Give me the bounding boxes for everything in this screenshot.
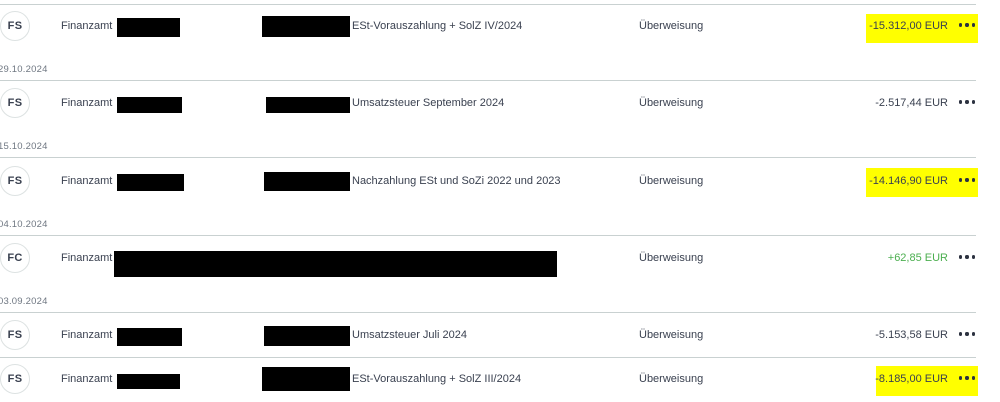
redacted-payee-detail [117,174,184,191]
amount: +62,85 EUR [887,252,948,264]
amount: -14.146,90 EUR [869,175,948,187]
date-header: 03.09.2024 [0,296,48,307]
avatar: FS [0,11,30,41]
transaction-type: Überweisung [639,175,704,187]
amount: -2.517,44 EUR [875,97,948,109]
row-divider [0,312,976,313]
row-divider [0,157,976,158]
amount: -8.185,00 EUR [875,373,948,385]
date-header: 04.10.2024 [0,219,48,230]
date-header: 29.10.2024 [0,64,48,75]
top-divider [0,4,976,5]
purpose-text: Umsatzsteuer September 2024 [352,97,505,109]
transaction-type: Überweisung [639,329,704,341]
payee-name: Finanzamt [61,373,113,385]
more-options-icon[interactable] [959,95,975,109]
purpose-text: Umsatzsteuer Juli 2024 [352,329,467,341]
redacted-reference [262,367,350,391]
amount: -5.153,58 EUR [875,329,948,341]
redacted-reference [266,97,350,113]
avatar: FS [0,88,30,118]
redacted-payee-detail [117,97,182,113]
transaction-row[interactable]: FC Finanzamt Überweisung +62,85 EUR [0,241,1000,277]
redacted-payee-detail [117,374,180,389]
avatar: FS [0,320,30,350]
avatar: FC [0,243,30,273]
row-divider [0,357,976,358]
row-divider [0,235,976,236]
more-options-icon[interactable] [959,18,975,32]
transaction-type: Überweisung [639,373,704,385]
transaction-row[interactable]: FS Finanzamt ESt-Vorauszahlung + SolZ IV… [0,9,1000,45]
redacted-reference [264,172,350,191]
amount: -15.312,00 EUR [869,20,948,32]
payee-name: Finanzamt [61,97,113,109]
avatar: FS [0,364,30,394]
date-header: 15.10.2024 [0,141,48,152]
transaction-row[interactable]: FS Finanzamt Umsatzsteuer Juli 2024 Über… [0,318,1000,354]
transaction-row[interactable]: FS Finanzamt ESt-Vorauszahlung + SolZ II… [0,362,1000,398]
purpose-text: Nachzahlung ESt und SoZi 2022 und 2023 [352,175,561,187]
redacted-payee-detail [117,328,182,346]
transaction-type: Überweisung [639,252,704,264]
redacted-payee-detail [117,18,180,37]
transaction-row[interactable]: FS Finanzamt Nachzahlung ESt und SoZi 20… [0,164,1000,200]
payee-name: Finanzamt [61,329,113,341]
purpose-text: ESt-Vorauszahlung + SolZ IV/2024 [352,20,523,32]
payee-name: Finanzamt [61,20,113,32]
more-options-icon[interactable] [959,327,975,341]
more-options-icon[interactable] [959,250,975,264]
redacted-reference [264,326,350,346]
redacted-details [114,251,557,277]
purpose-text: ESt-Vorauszahlung + SolZ III/2024 [352,373,522,385]
avatar: FS [0,166,30,196]
transaction-type: Überweisung [639,20,704,32]
transaction-row[interactable]: FS Finanzamt Umsatzsteuer September 2024… [0,86,1000,122]
transaction-type: Überweisung [639,97,704,109]
more-options-icon[interactable] [959,173,975,187]
payee-name: Finanzamt [61,175,113,187]
payee-name: Finanzamt [61,252,113,264]
more-options-icon[interactable] [959,371,975,385]
row-divider [0,80,976,81]
redacted-reference [262,16,350,37]
